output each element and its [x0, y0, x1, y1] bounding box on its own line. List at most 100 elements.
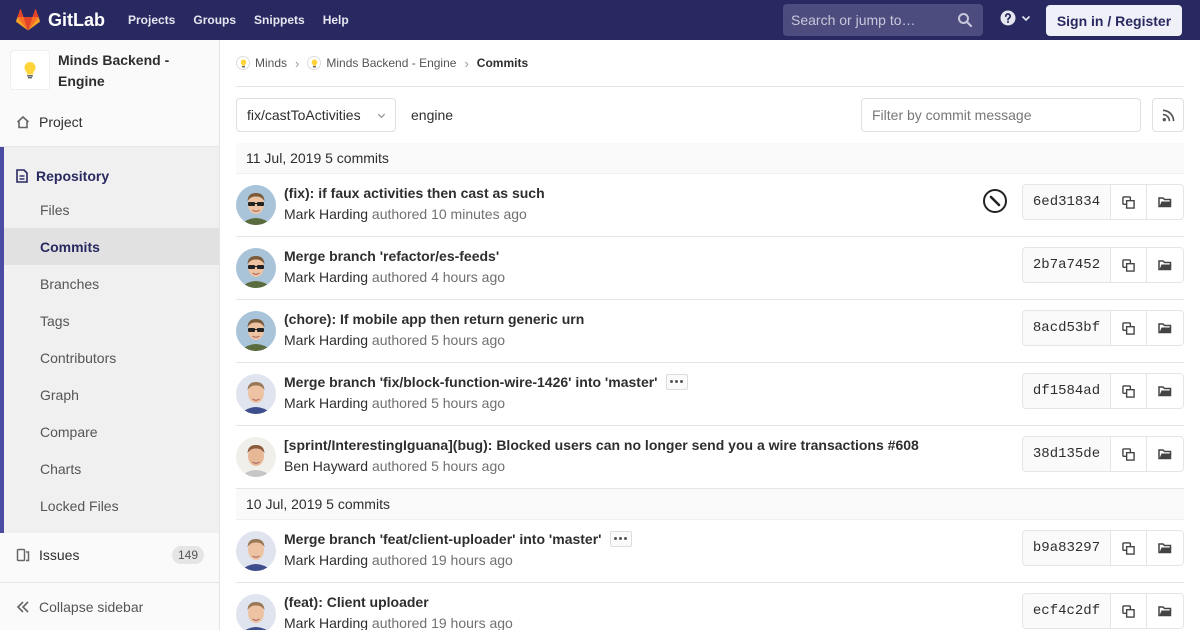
sidebar-subitem-charts[interactable]: Charts: [4, 450, 219, 487]
browse-files-button[interactable]: [1147, 593, 1184, 629]
author-avatar[interactable]: [236, 185, 276, 225]
commit-sha-button[interactable]: 2b7a7452: [1022, 247, 1110, 283]
copy-sha-button[interactable]: [1110, 184, 1147, 220]
sidebar-repository-section: Repository Files Commits Branches Tags C…: [0, 147, 219, 533]
commit-meta: Mark Harding authored 19 hours ago: [284, 552, 513, 568]
nav-groups[interactable]: Groups: [193, 13, 236, 27]
collapse-sidebar-button[interactable]: Collapse sidebar: [0, 582, 219, 630]
ellipsis-icon: [680, 380, 684, 384]
expand-description-button[interactable]: [665, 373, 688, 390]
sidebar-subitem-files[interactable]: Files: [4, 191, 219, 228]
author-avatar[interactable]: [236, 374, 276, 414]
project-avatar[interactable]: [10, 50, 50, 90]
commit-title: (chore): If mobile app then return gener…: [284, 311, 585, 327]
sidebar-subitem-compare[interactable]: Compare: [4, 413, 219, 450]
commit-title-link[interactable]: (fix): if faux activities then cast as s…: [284, 185, 545, 201]
copy-sha-button[interactable]: [1110, 373, 1147, 409]
sidebar-subitem-branches[interactable]: Branches: [4, 265, 219, 302]
sidebar-item-repository[interactable]: Repository: [4, 147, 219, 191]
top-navbar: GitLab Projects Groups Snippets Help Sig…: [0, 0, 1200, 40]
path-label[interactable]: engine: [411, 107, 453, 123]
commit-sha-button[interactable]: 8acd53bf: [1022, 310, 1110, 346]
rss-feed-button[interactable]: [1152, 98, 1184, 132]
commit-title: Merge branch 'feat/client-uploader' into…: [284, 531, 602, 547]
commit-day-header: 10 Jul, 2019 5 commits: [236, 489, 1184, 520]
commit-time: authored 5 hours ago: [371, 395, 506, 411]
browse-files-button[interactable]: [1147, 310, 1184, 346]
commit-title-link[interactable]: [sprint/InterestingIguana](bug): Blocked…: [284, 437, 919, 453]
author-avatar[interactable]: [236, 437, 276, 477]
author-avatar[interactable]: [236, 531, 276, 571]
sidebar-subitem-graph[interactable]: Graph: [4, 376, 219, 413]
document-icon: [16, 168, 28, 183]
author-avatar[interactable]: [236, 311, 276, 351]
commit-title-link[interactable]: (chore): If mobile app then return gener…: [284, 311, 584, 327]
browse-files-button[interactable]: [1147, 247, 1184, 283]
copy-sha-button[interactable]: [1110, 593, 1147, 629]
branch-name: fix/castToActivities: [247, 107, 361, 123]
browse-files-button[interactable]: [1147, 373, 1184, 409]
lightbulb-icon: [24, 61, 36, 79]
commit-row: Merge branch 'feat/client-uploader' into…: [236, 520, 1184, 583]
commit-sha-button[interactable]: 38d135de: [1022, 436, 1110, 472]
expand-description-button[interactable]: [609, 530, 632, 547]
sidebar-subitem-contributors[interactable]: Contributors: [4, 339, 219, 376]
commit-author-link[interactable]: Mark Harding: [284, 395, 368, 411]
nav-projects[interactable]: Projects: [128, 13, 175, 27]
commit-author-link[interactable]: Mark Harding: [284, 206, 368, 222]
commit-author-link[interactable]: Mark Harding: [284, 332, 368, 348]
browse-files-button[interactable]: [1147, 530, 1184, 566]
ellipsis-icon: [670, 380, 674, 384]
commit-title-link[interactable]: Merge branch 'refactor/es-feeds': [284, 248, 499, 264]
browse-files-button[interactable]: [1147, 436, 1184, 472]
branch-dropdown[interactable]: fix/castToActivities: [236, 98, 396, 132]
commit-sha-button[interactable]: ecf4c2df: [1022, 593, 1110, 629]
sidebar-item-issues[interactable]: Issues 149: [0, 533, 219, 577]
search-icon[interactable]: [957, 12, 973, 28]
main-content: Minds › Minds Backend - Engine › Commits…: [236, 40, 1184, 630]
sidebar-item-label: Repository: [36, 167, 110, 184]
commit-sha-group: df1584ad: [1022, 373, 1184, 409]
nav-snippets[interactable]: Snippets: [254, 13, 305, 27]
search-input[interactable]: [791, 12, 951, 28]
sidebar: Minds Backend - Engine Project Repositor…: [0, 40, 220, 630]
author-avatar[interactable]: [236, 594, 276, 630]
breadcrumb-project[interactable]: Minds Backend - Engine: [307, 56, 456, 70]
commit-sha-button[interactable]: df1584ad: [1022, 373, 1110, 409]
sidebar-subitem-commits[interactable]: Commits: [4, 228, 219, 265]
commit-sha-group: ecf4c2df: [1022, 593, 1184, 629]
sign-in-button[interactable]: Sign in / Register: [1046, 5, 1182, 36]
commit-title-link[interactable]: Merge branch 'feat/client-uploader' into…: [284, 530, 632, 547]
project-title[interactable]: Minds Backend - Engine: [58, 50, 198, 92]
no-status-icon[interactable]: [982, 188, 1008, 214]
commit-title-link[interactable]: (feat): Client uploader: [284, 594, 429, 610]
sidebar-subitem-locked-files[interactable]: Locked Files: [4, 487, 219, 524]
commit-sha-button[interactable]: b9a83297: [1022, 530, 1110, 566]
copy-sha-button[interactable]: [1110, 247, 1147, 283]
rss-icon: [1162, 109, 1174, 121]
commit-author-link[interactable]: Mark Harding: [284, 615, 368, 630]
commit-author-link[interactable]: Mark Harding: [284, 552, 368, 568]
copy-sha-button[interactable]: [1110, 436, 1147, 472]
sidebar-subitem-tags[interactable]: Tags: [4, 302, 219, 339]
breadcrumb-group-label: Minds: [255, 56, 288, 70]
breadcrumb-group[interactable]: Minds: [236, 56, 287, 70]
nav-help[interactable]: Help: [323, 13, 349, 27]
browse-files-button[interactable]: [1147, 184, 1184, 220]
commit-author-link[interactable]: Ben Hayward: [284, 458, 368, 474]
help-dropdown[interactable]: [1000, 10, 1032, 26]
sidebar-item-project[interactable]: Project: [16, 114, 83, 130]
commit-meta: Ben Hayward authored 5 hours ago: [284, 458, 505, 474]
sidebar-item-label: Issues: [39, 547, 80, 563]
copy-sha-button[interactable]: [1110, 310, 1147, 346]
chevron-right-icon: ›: [464, 55, 469, 71]
gitlab-home-link[interactable]: GitLab: [16, 0, 105, 40]
commit-author-link[interactable]: Mark Harding: [284, 269, 368, 285]
copy-sha-button[interactable]: [1110, 530, 1147, 566]
commit-sha-button[interactable]: 6ed31834: [1022, 184, 1110, 220]
commit-filter-input[interactable]: [861, 98, 1141, 132]
author-avatar[interactable]: [236, 248, 276, 288]
commit-title-link[interactable]: Merge branch 'fix/block-function-wire-14…: [284, 373, 688, 390]
commit-row: Merge branch 'fix/block-function-wire-14…: [236, 363, 1184, 426]
collapse-sidebar-label: Collapse sidebar: [39, 598, 144, 615]
